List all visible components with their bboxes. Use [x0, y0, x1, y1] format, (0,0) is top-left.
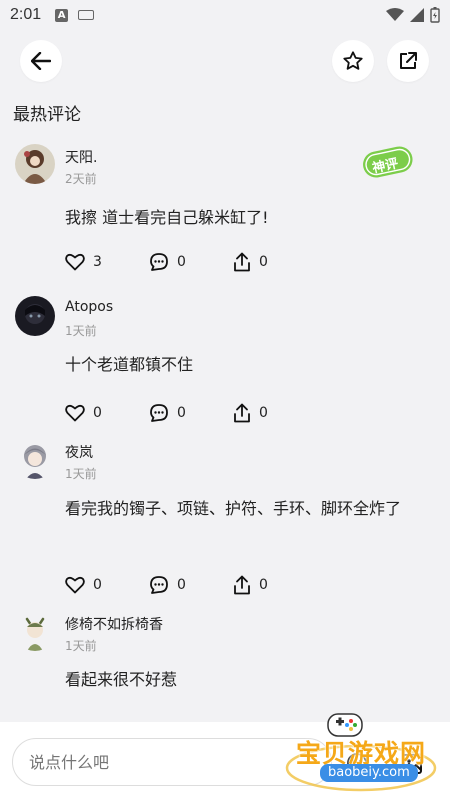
avatar[interactable] — [15, 296, 55, 336]
signal-icon — [410, 8, 424, 22]
battery-icon — [430, 7, 440, 23]
comment-text: 我擦 道士看完自己躲米缸了! — [65, 208, 269, 227]
comment-username[interactable]: 天阳. — [65, 147, 97, 167]
emoji-icon[interactable] — [346, 752, 368, 774]
comment-actions: 0 0 0 — [65, 403, 317, 423]
comment-bubble-icon — [150, 576, 168, 594]
back-button[interactable] — [20, 40, 62, 82]
comment-username[interactable]: 夜岚 — [65, 442, 93, 462]
reply-button[interactable]: 0 — [149, 575, 233, 595]
top-bar — [0, 36, 450, 88]
comment-composer — [0, 722, 450, 800]
share-count: 0 — [259, 254, 268, 270]
comment-item: 夜岚 1天前 看完我的镯子、项链、护符、手环、脚环全炸了 0 0 0 — [0, 433, 450, 605]
external-link-icon — [400, 52, 417, 69]
keyboard-icon — [78, 10, 95, 20]
comment-item: 天阳. 2天前 神评 我擦 道士看完自己躲米缸了! 3 0 0 — [0, 138, 450, 290]
reply-count: 0 — [177, 405, 186, 421]
comment-time: 2天前 — [65, 172, 97, 186]
heart-icon — [65, 576, 85, 594]
reply-button[interactable]: 0 — [149, 252, 233, 272]
status-time: 2:01 — [10, 6, 42, 23]
share-button[interactable]: 0 — [233, 252, 317, 272]
image-icon[interactable] — [400, 752, 424, 776]
notification-a-icon: A — [55, 8, 69, 22]
comment-time: 1天前 — [65, 467, 97, 481]
comment-time: 1天前 — [65, 639, 97, 653]
heart-icon — [65, 404, 85, 422]
like-count: 0 — [93, 577, 102, 593]
status-bar: 2:01 A — [0, 0, 450, 30]
like-count: 0 — [93, 405, 102, 421]
comment-username[interactable]: Atopos — [65, 299, 113, 315]
comment-actions: 0 0 0 — [65, 575, 317, 595]
section-title: 最热评论 — [13, 105, 81, 125]
comment-text: 看完我的镯子、项链、护符、手环、脚环全炸了 — [65, 499, 402, 518]
like-button[interactable]: 0 — [65, 403, 149, 423]
arrow-left-icon — [31, 52, 51, 70]
reply-count: 0 — [177, 254, 186, 270]
share-upload-icon — [234, 575, 250, 595]
star-icon — [343, 51, 363, 70]
god-comment-badge: 神评 — [360, 142, 416, 184]
favorite-button[interactable] — [332, 40, 374, 82]
comment-item: Atopos 1天前 十个老道都镇不住 0 0 0 — [0, 290, 450, 433]
comment-input[interactable] — [12, 738, 332, 786]
share-button[interactable]: 0 — [233, 575, 317, 595]
avatar[interactable] — [15, 611, 55, 651]
comment-item: 修椅不如拆椅香 1天前 看起来很不好惹 — [0, 605, 450, 715]
avatar[interactable] — [15, 144, 55, 184]
wifi-icon — [386, 8, 404, 21]
comment-time: 1天前 — [65, 324, 97, 338]
like-button[interactable]: 3 — [65, 252, 149, 272]
share-count: 0 — [259, 405, 268, 421]
heart-icon — [65, 253, 85, 271]
comment-text: 看起来很不好惹 — [65, 670, 178, 689]
like-count: 3 — [93, 254, 102, 270]
open-external-button[interactable] — [387, 40, 429, 82]
comment-text: 十个老道都镇不住 — [65, 355, 194, 374]
comment-username[interactable]: 修椅不如拆椅香 — [65, 614, 163, 634]
share-upload-icon — [234, 252, 250, 272]
comment-list: 天阳. 2天前 神评 我擦 道士看完自己躲米缸了! 3 0 0 Atopos 1… — [0, 138, 450, 715]
reply-button[interactable]: 0 — [149, 403, 233, 423]
comment-actions: 3 0 0 — [65, 252, 317, 272]
share-upload-icon — [234, 403, 250, 423]
reply-count: 0 — [177, 577, 186, 593]
like-button[interactable]: 0 — [65, 575, 149, 595]
share-count: 0 — [259, 577, 268, 593]
comment-bubble-icon — [150, 253, 168, 271]
avatar[interactable] — [15, 439, 55, 479]
share-button[interactable]: 0 — [233, 403, 317, 423]
comment-bubble-icon — [150, 404, 168, 422]
